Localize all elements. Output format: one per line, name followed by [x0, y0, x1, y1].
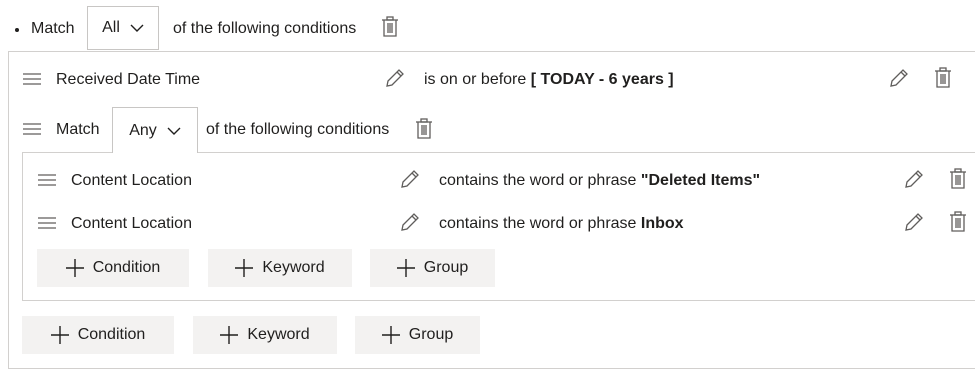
pencil-icon[interactable]: [904, 212, 924, 232]
condition-field: Content Location: [71, 172, 192, 189]
add-keyword-button[interactable]: Keyword: [208, 249, 352, 287]
trash-icon[interactable]: [949, 211, 967, 233]
list-bullet: [15, 28, 19, 32]
trash-icon[interactable]: [949, 168, 967, 190]
condition-prefix: contains the word or phrase: [439, 172, 637, 189]
drag-handle-icon[interactable]: [23, 73, 41, 85]
condition-value: [ TODAY - 6 years ]: [530, 71, 674, 88]
plus-icon: [235, 259, 254, 277]
add-condition-button[interactable]: Condition: [37, 249, 189, 287]
pencil-icon[interactable]: [400, 169, 420, 189]
add-keyword-label: Keyword: [247, 326, 310, 343]
match-all-dropdown[interactable]: All: [87, 6, 159, 50]
add-keyword-label: Keyword: [262, 259, 325, 276]
plus-icon: [65, 259, 84, 277]
chevron-down-icon: [167, 127, 181, 135]
add-keyword-button[interactable]: Keyword: [193, 316, 337, 354]
pencil-icon[interactable]: [904, 169, 924, 189]
drag-handle-icon[interactable]: [38, 174, 56, 186]
condition-field: Content Location: [71, 215, 192, 232]
trash-icon[interactable]: [415, 118, 433, 140]
plus-icon: [381, 326, 400, 344]
pencil-icon[interactable]: [385, 68, 405, 88]
match-all-value: All: [102, 19, 120, 36]
condition-prefix: contains the word or phrase: [439, 215, 637, 232]
condition-text: contains the word or phrase Inbox: [439, 214, 684, 234]
condition-value: "Deleted Items": [640, 172, 761, 189]
match-any-dropdown[interactable]: Any: [112, 107, 198, 153]
match-suffix: of the following conditions: [173, 20, 357, 37]
add-group-label: Group: [408, 326, 454, 343]
plus-icon: [220, 326, 239, 344]
condition-value: Inbox: [640, 215, 684, 232]
add-condition-button[interactable]: Condition: [22, 316, 174, 354]
condition-text: contains the word or phrase "Deleted Ite…: [439, 171, 760, 191]
group-match-label: Match: [56, 121, 100, 138]
add-group-button[interactable]: Group: [370, 249, 495, 287]
match-label: Match: [31, 20, 75, 37]
condition-text: is on or before [ TODAY - 6 years ]: [424, 70, 674, 90]
plus-icon: [50, 326, 69, 344]
plus-icon: [396, 259, 415, 277]
drag-handle-icon[interactable]: [38, 217, 56, 229]
add-group-label: Group: [423, 259, 469, 276]
pencil-icon[interactable]: [400, 212, 420, 232]
pencil-icon[interactable]: [889, 68, 909, 88]
chevron-down-icon: [130, 24, 144, 32]
trash-icon[interactable]: [934, 67, 952, 89]
add-condition-label: Condition: [92, 259, 161, 276]
condition-field: Received Date Time: [56, 71, 201, 88]
condition-prefix: is on or before: [424, 71, 527, 88]
add-condition-label: Condition: [77, 326, 146, 343]
trash-icon[interactable]: [381, 16, 399, 38]
match-any-value: Any: [129, 121, 157, 139]
group-match-suffix: of the following conditions: [206, 121, 390, 138]
drag-handle-icon[interactable]: [23, 123, 41, 135]
add-group-button[interactable]: Group: [355, 316, 480, 354]
